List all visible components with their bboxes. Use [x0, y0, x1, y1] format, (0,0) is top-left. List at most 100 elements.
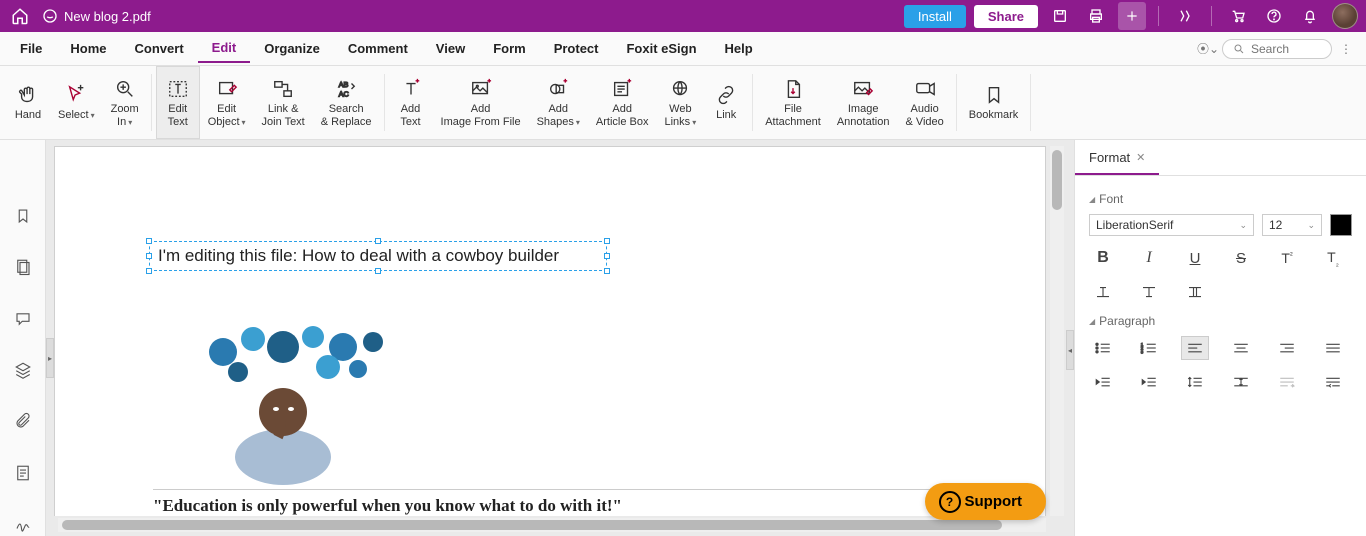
- foxit-logo-icon: [42, 8, 58, 24]
- ribbon-add-text[interactable]: AddText: [389, 66, 433, 139]
- bell-icon[interactable]: [1296, 2, 1324, 30]
- increase-indent-button[interactable]: [1135, 370, 1163, 394]
- ribbon-link[interactable]: Link: [704, 66, 748, 139]
- more-icon[interactable]: ⋮: [1335, 38, 1357, 60]
- page[interactable]: I'm editing this file: How to deal with …: [54, 146, 1046, 516]
- section-paragraph[interactable]: Paragraph: [1089, 314, 1352, 328]
- print-icon[interactable]: [1082, 2, 1110, 30]
- menu-esign[interactable]: Foxit eSign: [612, 35, 710, 62]
- ribbon-add-article[interactable]: AddArticle Box: [588, 66, 657, 139]
- underline-button[interactable]: U: [1181, 246, 1209, 270]
- menu-home[interactable]: Home: [56, 35, 120, 62]
- format-panel: Format ✕ Font LiberationSerif⌄ 12⌄ B I U…: [1074, 140, 1366, 536]
- ribbon-add-shapes[interactable]: AddShapes: [529, 66, 588, 139]
- menu-form[interactable]: Form: [479, 35, 540, 62]
- ribbon-web-links[interactable]: WebLinks: [657, 66, 705, 139]
- close-icon[interactable]: ✕: [1136, 151, 1145, 164]
- search-icon: [1233, 43, 1245, 55]
- fields-icon[interactable]: [11, 461, 35, 484]
- svg-text:AC: AC: [339, 89, 350, 98]
- justify-button[interactable]: [1319, 336, 1347, 360]
- share-button[interactable]: Share: [974, 5, 1038, 28]
- bullets-button[interactable]: [1089, 336, 1117, 360]
- comments-icon[interactable]: [11, 307, 35, 330]
- plus-icon[interactable]: [1118, 2, 1146, 30]
- ltr-button[interactable]: [1273, 370, 1301, 394]
- horizontal-scrollbar[interactable]: [58, 518, 1046, 532]
- install-button[interactable]: Install: [904, 5, 966, 28]
- paragraph-spacing-button[interactable]: [1227, 370, 1255, 394]
- numbered-button[interactable]: 123: [1135, 336, 1163, 360]
- font-size-select[interactable]: 12⌄: [1262, 214, 1322, 236]
- edit-text-box[interactable]: I'm editing this file: How to deal with …: [149, 241, 607, 271]
- left-rail: [0, 140, 46, 536]
- document-title-text: New blog 2.pdf: [64, 9, 151, 24]
- ribbon-hand[interactable]: Hand: [6, 66, 50, 139]
- section-font[interactable]: Font: [1089, 192, 1352, 206]
- menu-comment[interactable]: Comment: [334, 35, 422, 62]
- edit-text-content: I'm editing this file: How to deal with …: [158, 246, 559, 266]
- font-family-select[interactable]: LiberationSerif⌄: [1089, 214, 1254, 236]
- menu-file[interactable]: File: [6, 35, 56, 62]
- content-image: [183, 317, 423, 487]
- ribbon-file-attachment[interactable]: FileAttachment: [757, 66, 829, 139]
- pages-icon[interactable]: [11, 255, 35, 278]
- ribbon-select[interactable]: Select: [50, 66, 103, 139]
- strike-button[interactable]: S: [1227, 246, 1255, 270]
- expand-left-handle[interactable]: ▸: [46, 338, 54, 378]
- font-color-swatch[interactable]: [1330, 214, 1352, 236]
- rtl-button[interactable]: [1319, 370, 1347, 394]
- save-icon[interactable]: [1046, 2, 1074, 30]
- menu-view[interactable]: View: [422, 35, 479, 62]
- spacing-button[interactable]: [1181, 280, 1209, 304]
- menu-protect[interactable]: Protect: [540, 35, 613, 62]
- align-center-button[interactable]: [1227, 336, 1255, 360]
- menu-help[interactable]: Help: [711, 35, 767, 62]
- quote-text: "Education is only powerful when you kno…: [153, 489, 963, 516]
- bookmarks-icon[interactable]: [11, 204, 35, 227]
- signatures-icon[interactable]: [11, 513, 35, 536]
- expand-right-handle[interactable]: ◂: [1066, 330, 1074, 370]
- shrink-font-button[interactable]: [1135, 280, 1163, 304]
- ribbon: Hand Select ZoomIn EditText EditObject L…: [0, 66, 1366, 140]
- bold-button[interactable]: B: [1089, 246, 1117, 270]
- help-icon[interactable]: [1260, 2, 1288, 30]
- align-right-button[interactable]: [1273, 336, 1301, 360]
- ribbon-edit-text[interactable]: EditText: [156, 66, 200, 139]
- ribbon-image-annotation[interactable]: ImageAnnotation: [829, 66, 898, 139]
- menu-organize[interactable]: Organize: [250, 35, 334, 62]
- ribbon-bookmark[interactable]: Bookmark: [961, 66, 1027, 139]
- support-button[interactable]: Support: [925, 483, 1047, 520]
- layers-icon[interactable]: [11, 358, 35, 381]
- tab-format[interactable]: Format ✕: [1075, 140, 1159, 175]
- title-bar: New blog 2.pdf Install Share: [0, 0, 1366, 32]
- document-title: New blog 2.pdf: [42, 8, 151, 24]
- italic-button[interactable]: I: [1135, 246, 1163, 270]
- menu-convert[interactable]: Convert: [121, 35, 198, 62]
- home-icon[interactable]: [8, 4, 32, 28]
- superscript-button[interactable]: T²: [1273, 246, 1301, 270]
- subscript-button[interactable]: T₂: [1319, 246, 1347, 270]
- avatar[interactable]: [1332, 3, 1358, 29]
- vertical-scrollbar[interactable]: [1050, 146, 1064, 516]
- find-options-icon[interactable]: ⦿⌄: [1197, 38, 1219, 60]
- menu-edit[interactable]: Edit: [198, 34, 251, 63]
- decrease-indent-button[interactable]: [1089, 370, 1117, 394]
- search-input[interactable]: [1251, 42, 1321, 56]
- menu-bar: File Home Convert Edit Organize Comment …: [0, 32, 1366, 66]
- line-spacing-button[interactable]: [1181, 370, 1209, 394]
- ribbon-edit-object[interactable]: EditObject: [200, 66, 254, 139]
- search-box[interactable]: [1222, 39, 1332, 59]
- cart-icon[interactable]: [1224, 2, 1252, 30]
- align-left-button[interactable]: [1181, 336, 1209, 360]
- ribbon-link-join[interactable]: Link &Join Text: [254, 66, 313, 139]
- ribbon-zoom-in[interactable]: ZoomIn: [103, 66, 147, 139]
- attachments-icon[interactable]: [11, 410, 35, 433]
- canvas-area: ▸ I'm editing this file: How to deal wit…: [46, 140, 1074, 536]
- ribbon-search-replace[interactable]: ABACSearch& Replace: [313, 66, 380, 139]
- grow-font-button[interactable]: [1089, 280, 1117, 304]
- ribbon-audio-video[interactable]: Audio& Video: [897, 66, 951, 139]
- workspace: ▸ I'm editing this file: How to deal wit…: [0, 140, 1366, 536]
- ribbon-add-image[interactable]: AddImage From File: [433, 66, 529, 139]
- tools-icon[interactable]: [1171, 2, 1199, 30]
